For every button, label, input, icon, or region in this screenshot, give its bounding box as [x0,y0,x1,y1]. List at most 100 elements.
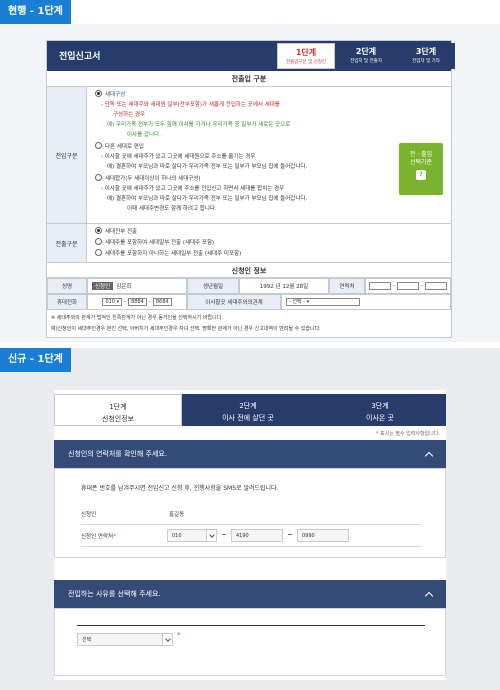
move-section-title: 전출입 구분 [47,71,451,87]
phone-prefix-value: 010 [172,533,182,539]
criteria-line1: 전 · 출입 [409,151,433,158]
help-icon: ? [416,170,426,180]
step-3-num: 3단계 [415,47,437,56]
applicant-key: 신청인 [81,512,97,518]
new-tab-3[interactable]: 3단계 이사온 곳 [314,394,446,426]
out-type-label: 전출구분 [47,224,87,262]
applicant-section-title: 신청인 정보 [47,262,451,278]
mobile-cell: 010 ▾ - 8884- 8684 [87,294,187,310]
move-opt-household[interactable]: 세대구성 [95,90,125,98]
applicant-row: 신청인 홍길동 [81,503,421,525]
chevron-down-icon [206,530,216,541]
relation-header: 이사할곳 세대주와의관계 [187,294,281,310]
new-tab-3-num: 3단계 [371,402,389,410]
relation-value: - 선택 - [289,299,305,305]
name-cell: 신청인 김은희 [87,278,187,294]
out-opt-without-head[interactable]: 세대주를 포함하지 아니하는 세대일부 전출 (세대주 미포함) [95,249,241,257]
step-1-tab[interactable]: 1단계 전출입구분 및 신청인 [277,43,335,69]
out-opt-all[interactable]: 세대전부 전출 [95,227,137,235]
birth-header: 생년월일 [187,278,239,294]
note-1: ※ 세대주와의 관계가 법적인 친족관계가 아닌 경우 동거인을 선택하시기 바… [51,315,223,321]
contact-row: 신청인 연락처* 010 4190 0990 [81,525,421,547]
step-1-num: 1단계 [295,48,317,57]
move-opt-merge-ex: 예) 결혼하여 부모님과 따로 살다가 우리가족 전부 또는 일부가 부모님 집… [107,196,308,202]
contact-panel-body: 휴대폰 번호를 남겨주시면 전입신고 신청 후, 진행사항을 SMS로 알려드립… [54,468,446,558]
new-tab-1-num: 1단계 [109,403,127,411]
new-form-card: 1단계 신청인정보 2단계 이사 전에 살던 곳 3단계 이사온 곳 * 표시는… [54,390,446,680]
chevron-down-icon [162,634,172,645]
divider [47,223,451,224]
required-note: * 표시는 필수 입력사항입니다. [376,430,440,437]
contact-header: 연락처 [329,278,365,294]
move-opt-household-desc2: 구성하는 경우 [113,112,146,118]
contact-input-3[interactable] [425,282,447,290]
contact-input-1[interactable] [369,282,391,290]
move-type-label: 전입구분 [47,87,87,223]
form-title: 전입신고서 [59,52,101,62]
required-note-text: 표시는 필수 입력사항입니다. [380,431,440,437]
phone-last-input[interactable]: 0990 [297,529,349,542]
reason-value: 선택 [82,637,92,643]
new-tab-3-sub: 이사온 곳 [366,414,394,422]
step-3-tab[interactable]: 3단계 전입자 및 기타 [397,43,455,69]
new-section-label: 신규 - 1단계 [0,348,71,372]
chevron-up-icon[interactable] [420,440,438,468]
new-tab-1-sub: 신청인정보 [101,415,135,423]
step-1-sub: 전출입구분 및 신청인 [285,60,327,65]
step-2-sub: 전입지 및 전출지 [350,59,382,64]
move-opt-household-ex: 예) 우리가족 전부가 모두 함께 이사를 가거나 우리가족 중 일부가 새로운… [107,122,291,128]
required-mark: * [375,431,379,437]
chevron-up-icon[interactable] [420,580,438,608]
applicant-value: 홍길동 [169,512,185,518]
sms-info-text: 휴대폰 번호를 남겨주시면 전입신고 신청 후, 진행사항을 SMS로 알려드립… [81,485,279,492]
reason-panel-title: 전입하는 사유를 선택해 주세요. [68,590,161,598]
birth-value: 1992 년 12월 28일 [239,278,329,294]
contact-panel-header[interactable]: 신청인의 연락처를 확인해 주세요. [54,440,446,468]
contact-panel-title: 신청인의 연락처를 확인해 주세요. [68,450,168,458]
move-opt-join-ex: 예) 결혼하여 부모님과 따로 살다가 우리가족 전부 또는 일부가 부모님 집… [107,164,308,170]
reason-panel-body: 선택 * [54,608,446,676]
reason-divider [77,625,425,626]
move-opt-merge-ex2: 이때 세대주변경도 함께 하려고 합니다. [127,206,217,212]
contact-input-2[interactable] [397,282,419,290]
mobile-header: 휴대전화 [47,294,87,310]
relation-cell: - 선택 - ▾ [281,294,451,310]
note-2: 예)신청인이 세대주인경우 본인 선택, 아버지가 세대주인경우 자녀 선택. … [51,326,321,332]
new-tab-2-num: 2단계 [239,402,257,410]
current-form-header: 전입신고서 1단계 전출입구분 및 신청인 2단계 전입지 및 전출지 3단계 … [47,41,455,71]
move-opt-household-desc: - 단독 또는 세대주와 세대원 일부(전부포함)가 새롭게 전입하는 곳에서 … [101,102,280,108]
step-2-num: 2단계 [355,47,377,56]
relation-select[interactable]: - 선택 - ▾ [286,298,360,306]
move-opt-join-desc: - 이사할 곳에 세대주가 있고 그곳에 세대원으로 주소를 옮기는 경우 [101,154,256,160]
mobile-prefix-value: 010 [105,299,115,305]
name-header: 성명 [47,278,87,294]
criteria-line2: 선택기준 [409,159,433,166]
new-tab-2[interactable]: 2단계 이사 전에 살던 곳 [182,394,314,426]
new-step-tabs: 1단계 신청인정보 2단계 이사 전에 살던 곳 3단계 이사온 곳 [54,390,446,426]
step-2-tab[interactable]: 2단계 전입지 및 전출지 [337,43,395,69]
reason-select[interactable]: 선택 [77,633,173,646]
move-criteria-button[interactable]: 전 · 출입 선택기준 ? [399,143,443,195]
phone-dash-2 [288,534,292,535]
contact-required-mark: * [113,534,116,540]
step-3-sub: 전입자 및 기타 [412,59,440,64]
out-opt-with-head[interactable]: 세대주를 포함하여 세대일부 전출 (세대주 포함) [95,238,214,246]
new-tab-2-sub: 이사 전에 살던 곳 [222,414,274,422]
new-tab-1[interactable]: 1단계 신청인정보 [54,394,182,426]
phone-prefix-select[interactable]: 010 [167,529,217,542]
current-section-label: 현행 - 1단계 [0,0,71,24]
applicant-button[interactable]: 신청인 [92,282,114,290]
mobile-mid-input[interactable]: 8884 [128,298,147,306]
current-form: 전입신고서 1단계 전출입구분 및 신청인 2단계 전입지 및 전출지 3단계 … [46,40,455,338]
mobile-last-input[interactable]: 8684 [152,298,172,306]
mobile-prefix-select[interactable]: 010 ▾ [102,298,123,306]
contact-key: 신청인 연락처* [81,532,116,540]
move-opt-household-ex2: 이사를 갑니다. [127,132,161,138]
move-opt-merge[interactable]: 세대합가(두 세대이상이 하나의 세대구성) [95,174,201,182]
phone-dash-1 [222,534,226,535]
reason-panel-header[interactable]: 전입하는 사유를 선택해 주세요. [54,580,446,608]
move-opt-merge-desc: - 이사할 곳에 세대주가 있고 그곳에 주소를 전입신고 하면서 세대를 합치… [101,186,285,192]
phone-mid-input[interactable]: 4190 [231,529,283,542]
move-opt-join[interactable]: 다른 세대로 편입 [95,142,144,150]
contact-cell: - - [365,278,451,294]
